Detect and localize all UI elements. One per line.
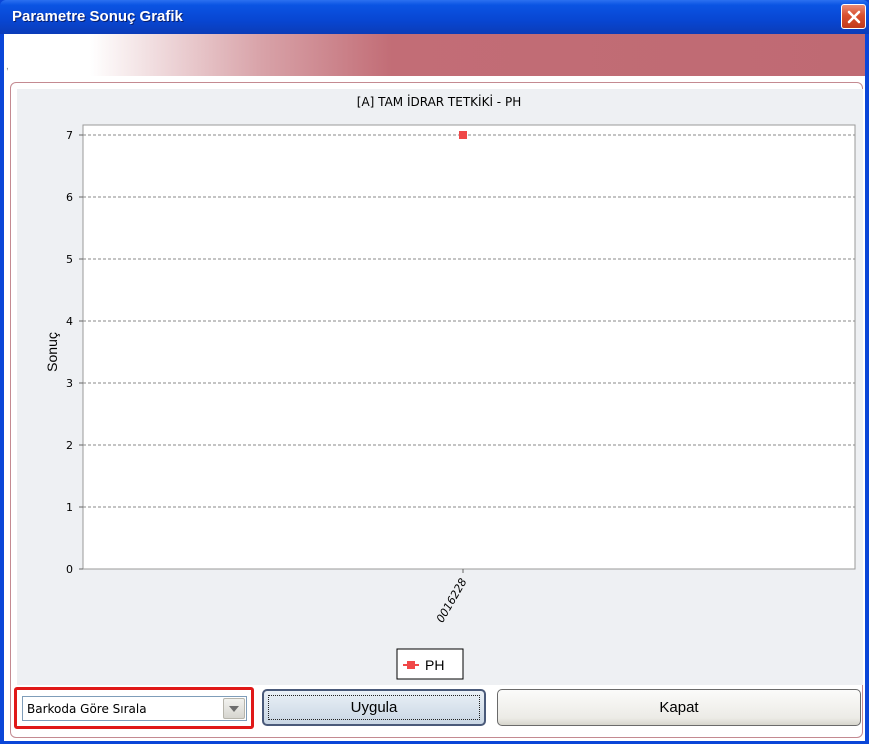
chart-area: [A] TAM İDRAR TETKİKİ - PH 0 1 2 3 4 5 6 7 Sonuç 0… (17, 89, 863, 685)
chart-window: Parametre Sonuç Grafik , [A] TAM İDRAR T… (0, 0, 869, 744)
chart-panel: [A] TAM İDRAR TETKİKİ - PH 0 1 2 3 4 5 6 7 Sonuç 0… (10, 82, 863, 738)
close-icon[interactable] (841, 4, 866, 29)
window-client: , [A] TAM İDRAR TETKİKİ - PH 0 1 2 3 4 5 6 7 Sonu… (4, 34, 865, 741)
title-bar[interactable]: Parametre Sonuç Grafik (0, 0, 869, 34)
window-title: Parametre Sonuç Grafik (12, 8, 183, 25)
chevron-down-icon[interactable] (223, 698, 245, 719)
chart-title: [A] TAM İDRAR TETKİKİ - PH (357, 94, 521, 109)
y-tick-label: 0 (66, 563, 73, 576)
y-tick-label: 3 (66, 377, 73, 390)
plot-area (82, 124, 856, 570)
header-band: , (4, 34, 865, 76)
sort-select-highlight: Barkoda Göre Sırala (14, 687, 254, 729)
chart: [A] TAM İDRAR TETKİKİ - PH 0 1 2 3 4 5 6 7 Sonuç 0… (44, 94, 856, 680)
close-button-label: Kapat (659, 699, 699, 716)
y-tick-label: 5 (66, 253, 73, 266)
legend-marker (407, 661, 415, 669)
y-tick-label: 1 (66, 501, 73, 514)
sort-select[interactable]: Barkoda Göre Sırala (22, 696, 247, 721)
data-point (459, 131, 467, 139)
close-button[interactable]: Kapat (497, 689, 861, 726)
y-tick-label: 6 (66, 191, 73, 204)
x-tick-label: 0016228 (434, 576, 470, 625)
bottom-toolbar: Barkoda Göre Sırala Uygula Kapat (12, 685, 861, 731)
y-axis-label: Sonuç (44, 332, 60, 372)
y-tick-label: 2 (66, 439, 73, 452)
apply-button[interactable]: Uygula (262, 689, 486, 726)
y-tick-label: 7 (66, 129, 73, 142)
legend-label: PH (425, 657, 444, 673)
y-tick-label: 4 (66, 315, 73, 328)
sort-select-value: Barkoda Göre Sırala (27, 702, 147, 716)
